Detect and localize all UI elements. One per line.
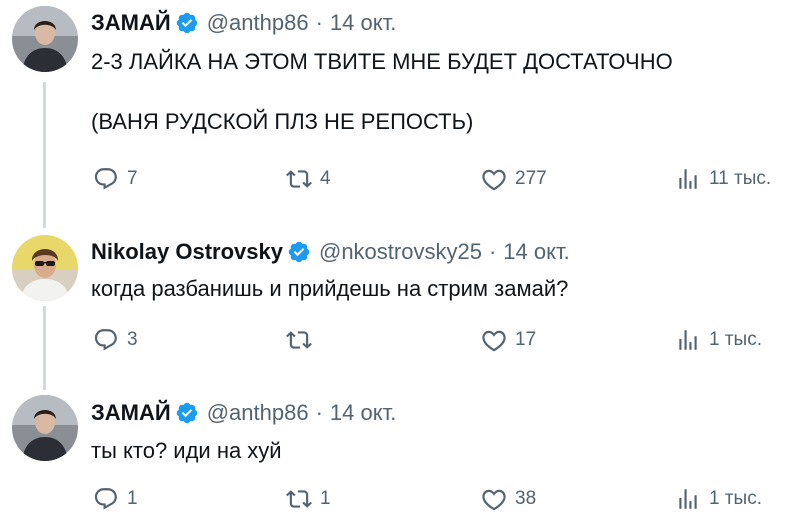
reply-icon: [94, 329, 117, 351]
separator: ·: [315, 10, 323, 35]
views-icon: [679, 169, 697, 189]
views-button[interactable]: 11 тыс.: [675, 166, 771, 192]
retweet-icon: [286, 331, 312, 349]
tweet[interactable]: ЗАМАЙ @anthp86 · 14 окт. 2-3 ЛАЙКА НА ЭТ…: [0, 0, 793, 225]
reply-icon: [94, 488, 117, 510]
like-count: 17: [515, 329, 537, 350]
views-icon: [679, 330, 697, 350]
tweet-header: ЗАМАЙ @anthp86 · 14 окт.: [91, 400, 396, 426]
tweet-date[interactable]: 14 окт.: [330, 10, 396, 36]
tweet-actions: 3 17 1 тыс.: [0, 327, 793, 357]
views-count: 11 тыс.: [709, 168, 772, 189]
like-icon: [482, 330, 506, 352]
reply-icon: [94, 168, 117, 190]
verified-badge-icon: [175, 11, 199, 35]
verified-badge-icon: [287, 240, 311, 264]
author-handle[interactable]: @nkostrovsky25: [319, 239, 482, 265]
like-button[interactable]: 38: [481, 486, 536, 512]
tweet-date[interactable]: 14 окт.: [330, 400, 396, 426]
reply-count: 7: [127, 168, 138, 189]
like-count: 277: [515, 168, 547, 189]
tweet-date[interactable]: 14 окт.: [503, 239, 569, 265]
like-button[interactable]: 277: [481, 166, 547, 192]
avatar[interactable]: [12, 6, 78, 72]
views-icon: [679, 489, 697, 509]
like-icon: [482, 489, 506, 511]
author-name[interactable]: Nikolay Ostrovsky: [91, 239, 283, 265]
like-icon: [482, 169, 506, 191]
author-handle[interactable]: @anthp86: [207, 400, 309, 426]
author-name[interactable]: ЗАМАЙ: [91, 400, 171, 426]
tweet-text: ты кто? иди на хуй: [91, 438, 282, 463]
tweet[interactable]: Nikolay Ostrovsky @nkostrovsky25 · 14 ок…: [0, 225, 793, 385]
retweet-button[interactable]: [286, 327, 320, 353]
reply-button[interactable]: 7: [93, 166, 138, 192]
views-count: 1 тыс.: [709, 488, 762, 509]
separator: ·: [488, 239, 497, 264]
retweet-icon: [286, 490, 312, 508]
separator: ·: [315, 400, 323, 425]
reply-count: 1: [127, 488, 138, 509]
verified-badge-icon: [175, 401, 199, 425]
tweet-actions: 7 4 277 11 тыс.: [0, 166, 793, 196]
author-name[interactable]: ЗАМАЙ: [91, 10, 171, 36]
tweet[interactable]: ЗАМАЙ @anthp86 · 14 окт. ты кто? иди на …: [0, 385, 793, 529]
retweet-count: 4: [320, 168, 331, 189]
views-button[interactable]: 1 тыс.: [675, 486, 762, 512]
retweet-button[interactable]: 1: [286, 486, 331, 512]
like-count: 38: [515, 488, 537, 509]
tweet-header: ЗАМАЙ @anthp86 · 14 окт.: [91, 10, 396, 36]
retweet-icon: [286, 170, 312, 188]
tweet-actions: 1 1 38 1 тыс.: [0, 486, 793, 516]
retweet-count: 1: [320, 488, 331, 509]
avatar[interactable]: [12, 235, 78, 301]
views-button[interactable]: 1 тыс.: [675, 327, 762, 353]
reply-button[interactable]: 1: [93, 486, 138, 512]
retweet-button[interactable]: 4: [286, 166, 331, 192]
tweet-header: Nikolay Ostrovsky @nkostrovsky25 · 14 ок…: [91, 239, 570, 265]
reply-count: 3: [127, 329, 138, 350]
reply-button[interactable]: 3: [93, 327, 138, 353]
author-handle[interactable]: @anthp86: [207, 10, 309, 36]
tweet-text: 2-3 ЛАЙКА НА ЭТОМ ТВИТЕ МНЕ БУДЕТ ДОСТАТ…: [91, 49, 673, 134]
views-count: 1 тыс.: [709, 329, 762, 350]
avatar[interactable]: [12, 395, 78, 461]
tweet-text: когда разбанишь и прийдешь на стрим зама…: [91, 276, 569, 301]
like-button[interactable]: 17: [481, 327, 536, 353]
